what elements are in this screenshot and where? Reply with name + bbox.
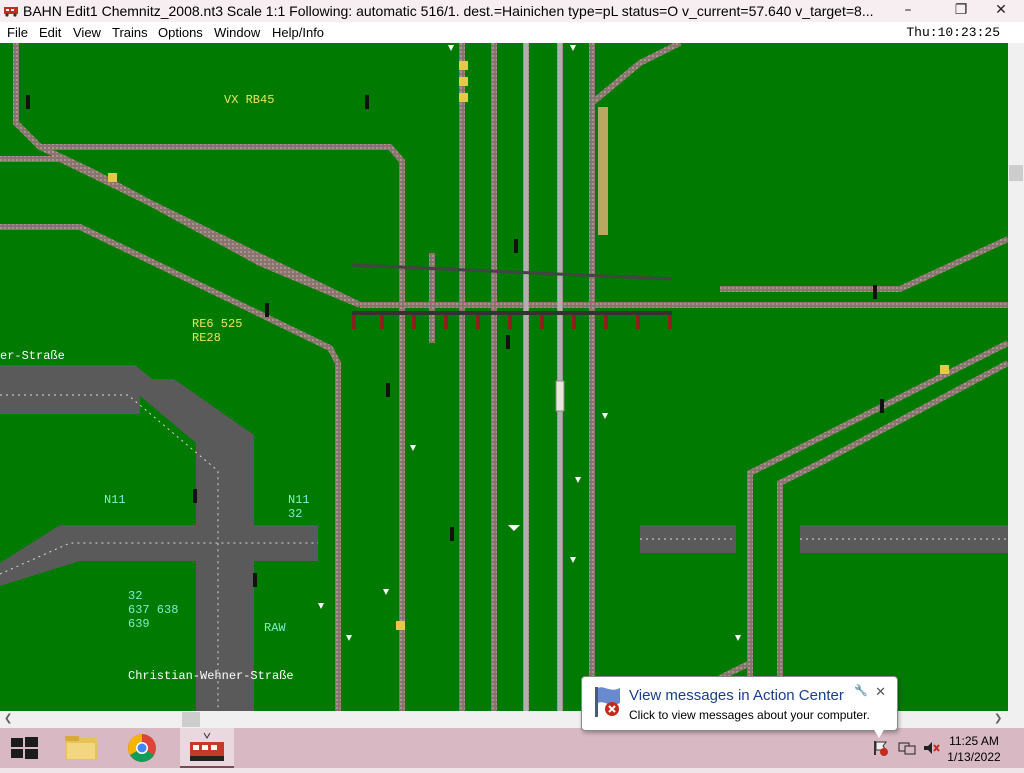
chrome-icon	[128, 734, 156, 762]
tray-date: 1/13/2022	[947, 750, 1001, 764]
tray-time: 11:25 AM	[949, 734, 999, 748]
scroll-left-arrow-icon[interactable]: ❮	[4, 713, 12, 724]
menu-help-info[interactable]: Help/Info	[272, 25, 324, 40]
horizontal-scroll-thumb[interactable]	[182, 712, 200, 727]
start-button[interactable]	[0, 728, 48, 768]
map-label-n11-32: N11 32	[288, 493, 310, 521]
map-label-bus-lines: 32 637 638 639	[128, 589, 179, 631]
menu-file[interactable]: File	[7, 25, 28, 40]
chrome-button[interactable]	[118, 728, 166, 768]
notification-close-icon[interactable]: ✕	[875, 684, 886, 700]
menu-bar: File Edit View Trains Options Window Hel…	[0, 22, 1024, 43]
track-map-canvas[interactable]: VX RB45 RE6 525 RE28 er-Straße N11 N11 3…	[0, 43, 1008, 711]
notification-text: Click to view messages about your comput…	[629, 708, 870, 722]
network-icon[interactable]	[898, 740, 916, 761]
action-center-notification[interactable]: View messages in Action Center Click to …	[581, 676, 898, 731]
map-label-raw: RAW	[264, 621, 286, 635]
vertical-scroll-thumb[interactable]	[1009, 165, 1023, 181]
menu-options[interactable]: Options	[158, 25, 203, 40]
bahn-app-button[interactable]	[180, 728, 234, 768]
notification-settings-icon[interactable]: 🔧	[854, 684, 868, 697]
windows-logo-icon	[11, 737, 38, 759]
highlighted-tracks	[523, 43, 563, 711]
platform	[598, 107, 608, 235]
notification-title: View messages in Action Center	[629, 687, 844, 704]
tray-clock[interactable]: 11:25 AM 1/13/2022	[940, 733, 1008, 765]
scroll-right-arrow-icon[interactable]: ❯	[994, 713, 1002, 724]
action-center-flag-icon[interactable]	[872, 740, 890, 761]
train-app-icon	[3, 4, 19, 23]
close-button[interactable]: ✕	[978, 0, 1024, 22]
menu-window[interactable]: Window	[214, 25, 260, 40]
window-title: BAHN Edit1 Chemnitz_2008.nt3 Scale 1:1 F…	[23, 3, 874, 19]
menu-trains[interactable]: Trains	[112, 25, 148, 40]
folder-icon	[65, 736, 97, 760]
train-516[interactable]	[555, 380, 565, 412]
notification-pointer	[873, 728, 885, 738]
map-label-re6-re28: RE6 525 RE28	[192, 317, 243, 345]
map-label-n11-west: N11	[104, 493, 126, 507]
vertical-scrollbar[interactable]	[1008, 43, 1024, 711]
signals	[26, 95, 884, 587]
file-explorer-button[interactable]	[57, 728, 105, 768]
taskbar: 11:25 AM 1/13/2022	[0, 728, 1024, 768]
volume-muted-icon[interactable]	[922, 740, 940, 761]
scrollbar-corner	[1008, 711, 1024, 728]
action-center-flag-large-icon	[592, 685, 624, 724]
tram-icon	[190, 732, 224, 761]
title-bar: BAHN Edit1 Chemnitz_2008.nt3 Scale 1:1 F…	[0, 0, 1024, 23]
map-label-street-north: er-Straße	[0, 349, 65, 363]
minimize-button[interactable]: –	[885, 0, 931, 22]
simulation-clock: Thu:10:23:25	[906, 25, 1000, 40]
map-label-vx-rb45: VX RB45	[224, 93, 275, 107]
menu-edit[interactable]: Edit	[39, 25, 61, 40]
menu-view[interactable]: View	[73, 25, 101, 40]
map-label-christian-wehner-strasse: Christian-Wehner-Straße	[128, 669, 294, 683]
